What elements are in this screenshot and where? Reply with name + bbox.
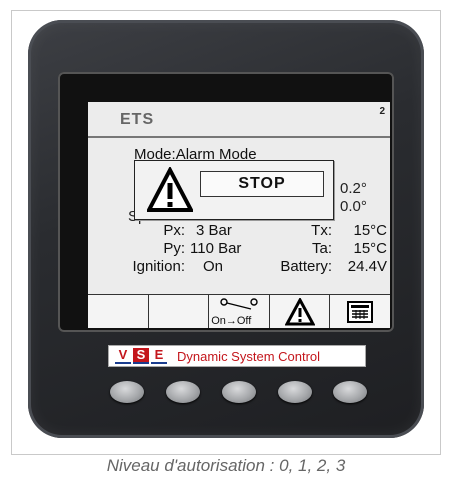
tx-value: 15°C [353,222,387,239]
battery-label: Battery: [280,258,332,275]
logo-letter-s: S [133,348,149,364]
figure-caption: Niveau d'autorisation : 0, 1, 2, 3 [106,456,346,475]
function-button-1[interactable] [88,295,149,328]
brand-strip: V S E Dynamic System Control [108,345,366,367]
function-button-bar: On→Off [88,294,390,328]
function-button-2[interactable] [148,295,210,328]
brand-tagline: Dynamic System Control [177,348,321,364]
ta-label: Ta: [311,240,332,257]
on-off-label: On→Off [211,315,252,327]
battery-value: 24.4V [347,258,387,275]
hardware-button-2[interactable] [166,381,200,403]
py-label: Py: [163,240,185,257]
warning-triangle-icon [145,165,195,218]
hardware-button-1[interactable] [110,381,144,403]
warning-icon [284,296,316,328]
menu-button[interactable] [330,295,390,328]
ignition-label: Ignition: [132,258,185,275]
page-number: 2 [379,106,385,117]
ignition-value: On [203,258,224,275]
ta-value: 15°C [353,240,387,257]
vse-logo: V S E [115,348,169,364]
px-value: 3 Bar [196,222,232,239]
stop-message: STOP [200,171,324,197]
tx-label: Tx: [311,222,332,239]
angle-value-1: 0.2° [340,180,367,197]
logo-letter-v: V [115,348,131,364]
screen-title: ETS [120,111,155,128]
lcd-screen: ETS 2 Mode:Alarm Mode 0.2° 0.0° Speed: 0… [88,102,390,328]
hardware-button-4[interactable] [278,381,312,403]
warning-button[interactable] [269,295,331,328]
on-off-button[interactable]: On→Off [209,295,270,328]
hardware-button-5[interactable] [333,381,367,403]
header-divider [88,136,390,138]
px-label: Px: [163,222,185,239]
alarm-popup[interactable]: STOP [134,160,334,220]
menu-list-icon [347,301,374,328]
py-value: 110 Bar [190,240,242,257]
hardware-button-3[interactable] [222,381,256,403]
logo-letter-e: E [151,348,167,364]
angle-value-2: 0.0° [340,198,367,215]
